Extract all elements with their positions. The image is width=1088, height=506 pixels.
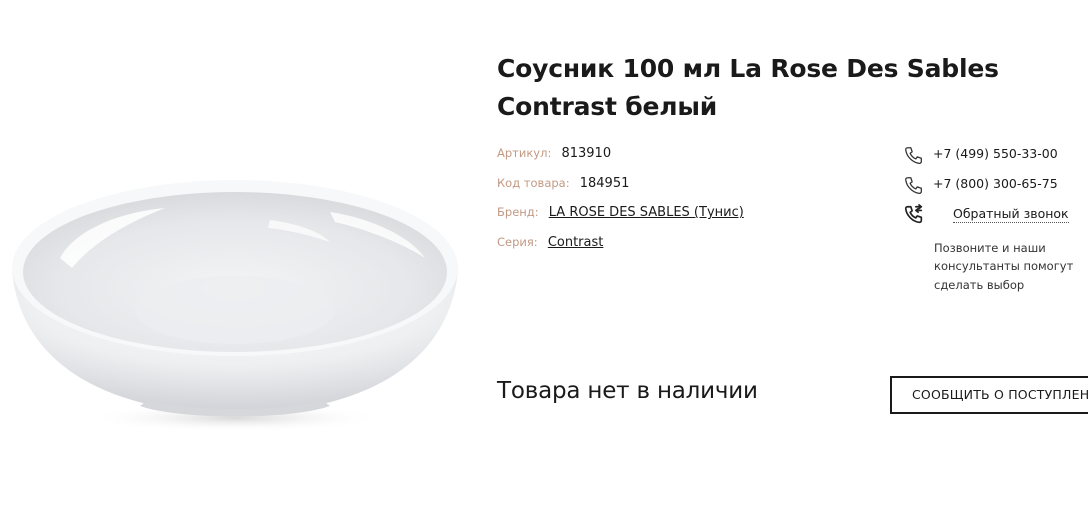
callback-icon [903, 204, 925, 226]
product-title: Соусник 100 мл La Rose Des Sables Contra… [497, 54, 999, 121]
phone-icon [903, 145, 925, 167]
phone-2-text[interactable]: +7 (800) 300-65-75 [933, 176, 1058, 191]
prop-value: 184951 [579, 175, 630, 191]
phone-2-row[interactable]: +7 (800) 300-65-75 [903, 176, 1088, 206]
prop-label: Серия: [497, 234, 538, 249]
prop-row-series: Серия: Contrast [497, 235, 744, 265]
callback-link[interactable]: Обратный звонок [953, 205, 1069, 223]
prop-label: Артикул: [497, 146, 552, 160]
series-link[interactable]: Contrast [548, 235, 604, 250]
notify-on-arrival-button[interactable]: СООБЩИТЬ О ПОСТУПЛЕНИИ [890, 376, 1088, 414]
brand-link[interactable]: LA ROSE DES SABLES (Тунис) [549, 205, 744, 220]
stock-status: Товара нет в наличии [497, 378, 758, 404]
contacts-block: +7 (499) 550-33-00 +7 (800) 300-65-75 Об… [903, 146, 1088, 294]
bowl-illustration [12, 180, 458, 432]
product-image[interactable] [0, 150, 470, 450]
prop-row-brand: Бренд: LA ROSE DES SABLES (Тунис) [497, 205, 744, 235]
prop-row-code: Код товара: 184951 [497, 176, 744, 206]
phone-1-row[interactable]: +7 (499) 550-33-00 [903, 146, 1088, 176]
prop-row-article: Артикул: 813910 [497, 146, 744, 176]
prop-value: 813910 [561, 146, 612, 161]
prop-label: Код товара: [497, 175, 570, 190]
phone-icon [903, 175, 925, 197]
product-properties: Артикул: 813910 Код товара: 184951 Бренд… [497, 146, 744, 264]
contact-note: Позвоните и наши консультанты помогут сд… [934, 240, 1074, 292]
prop-label: Бренд: [497, 205, 539, 219]
callback-row[interactable]: Обратный звонок [903, 204, 1088, 235]
phone-1-text[interactable]: +7 (499) 550-33-00 [933, 146, 1058, 161]
